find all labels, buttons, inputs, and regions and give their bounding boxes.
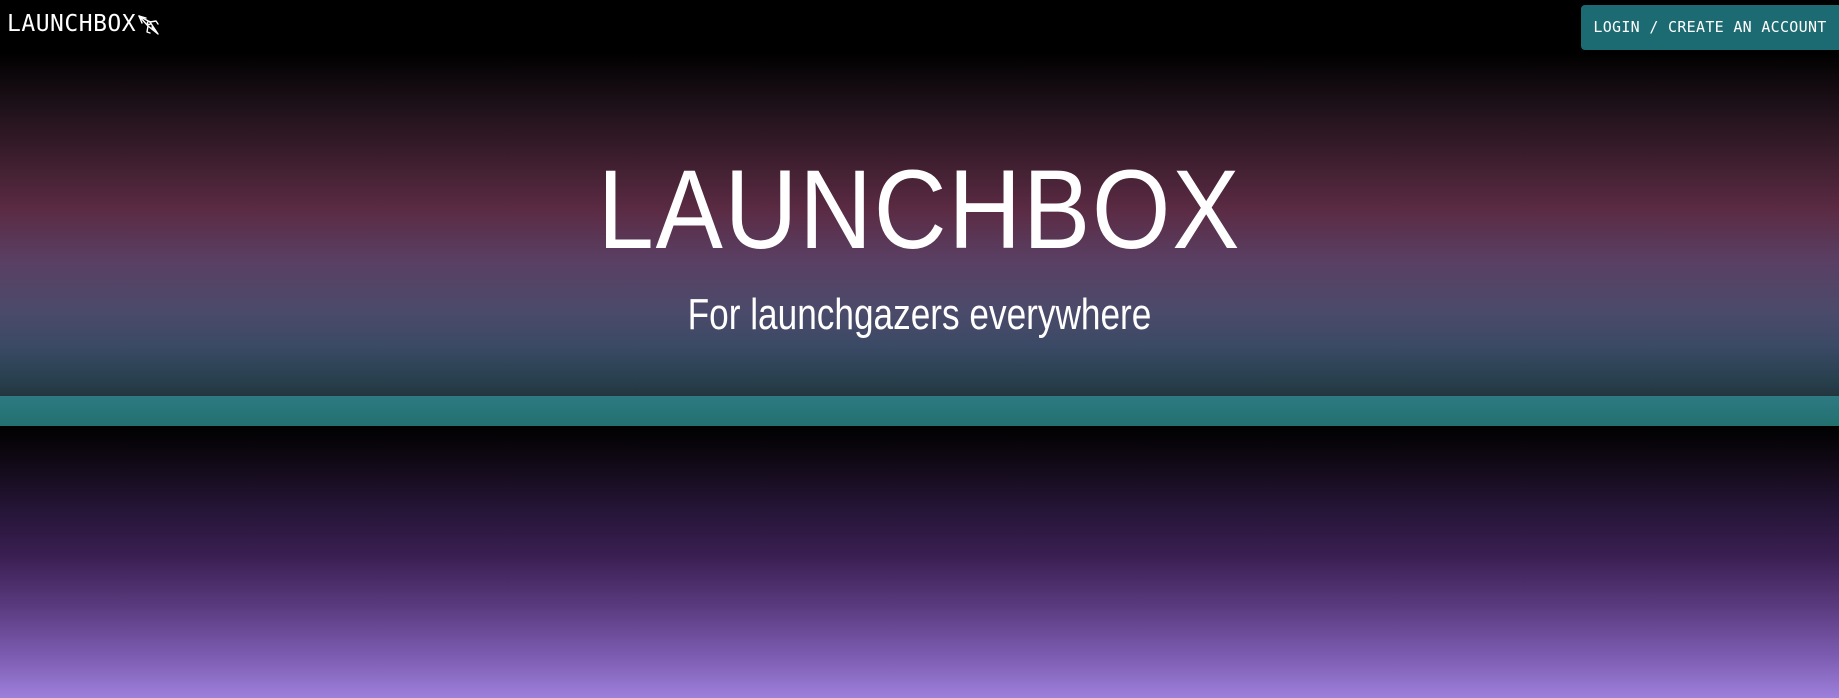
lower-gradient-section	[0, 426, 1839, 698]
hero-divider-band	[0, 396, 1839, 426]
hero-title: LAUNCHBOX	[597, 147, 1242, 272]
hero-subtitle: For launchgazers everywhere	[687, 290, 1152, 339]
rocket-icon	[136, 10, 162, 38]
brand-logo[interactable]: LAUNCHBOX	[7, 8, 162, 40]
top-navigation-bar: LAUNCHBOX LOGIN / CREATE AN ACCOUNT	[0, 0, 1839, 52]
login-create-account-button[interactable]: LOGIN / CREATE AN ACCOUNT	[1581, 5, 1839, 50]
brand-name: LAUNCHBOX	[7, 11, 137, 37]
